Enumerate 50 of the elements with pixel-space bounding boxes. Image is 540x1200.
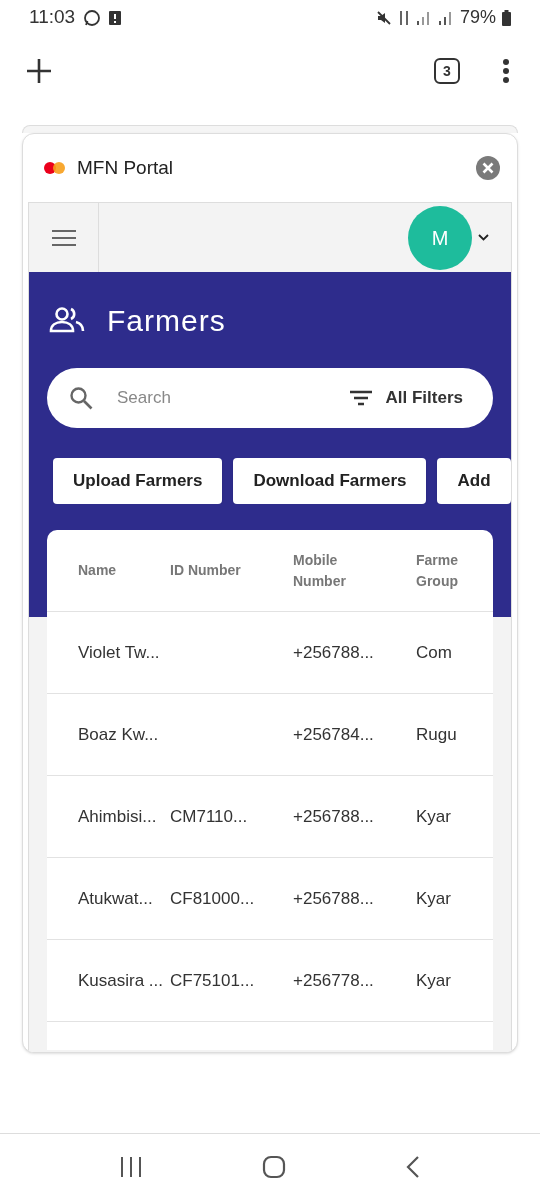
recent-apps-icon[interactable] [120,1157,142,1177]
table-cell: CF81000... [170,888,255,908]
action-button[interactable]: Download Farmers [233,458,427,504]
add-icon[interactable] [26,58,52,84]
table-cell: Kyar [416,806,451,826]
table-cell: Kyar [416,970,451,990]
chevron-down-icon[interactable] [478,234,489,241]
battery-icon [502,9,511,26]
people-icon [49,307,85,333]
table-cell: Com [416,642,452,662]
search-field[interactable]: Search All Filters [47,368,493,428]
close-icon[interactable] [475,155,501,181]
tab-count[interactable]: 3 [434,58,460,84]
table-cell: Violet Tw... [78,642,160,662]
filter-label[interactable]: All Filters [385,385,463,411]
menu-icon[interactable] [51,228,76,247]
table-cell: Atukwat... [78,888,153,908]
table-cell: Ahimbisi... [78,806,157,826]
table-cell: +256788... [293,888,374,908]
table-cell: +256778... [293,970,374,990]
more-icon[interactable] [502,59,510,83]
column-header[interactable]: ID Number [170,560,260,581]
table-cell: Boaz Kw... [78,724,159,744]
column-header[interactable]: Farme Group [416,549,460,592]
home-icon[interactable] [262,1155,286,1179]
table-cell: Kyar [416,888,451,908]
site-logo-icon [43,161,67,175]
table-cell: +256788... [293,642,374,662]
filter-icon[interactable] [349,390,372,406]
table-cell: CF75101... [170,970,255,990]
column-header[interactable]: Name [78,560,168,581]
action-button[interactable]: Upload Farmers [53,458,223,504]
alert-icon [109,10,122,25]
column-header[interactable]: Mobile Number [293,549,383,592]
table-cell: CM7110... [170,806,248,826]
page-title: Farmers [107,302,226,339]
battery-level: 79% [459,6,496,29]
table-cell: Rugu [416,724,457,744]
clock: 11:03 [29,5,76,30]
table-cell: Kusasira ... [78,970,164,990]
search-icon [69,386,93,410]
tab-title: MFN Portal [77,155,174,180]
table-cell: +256788... [293,806,374,826]
tab-card[interactable] [22,133,518,1053]
signal-icon [437,10,454,25]
action-button[interactable]: Add [437,458,511,504]
back-icon[interactable] [406,1156,420,1178]
mute-icon [375,9,392,26]
table-cell: +256784... [293,724,374,744]
signal-icon [415,10,432,25]
